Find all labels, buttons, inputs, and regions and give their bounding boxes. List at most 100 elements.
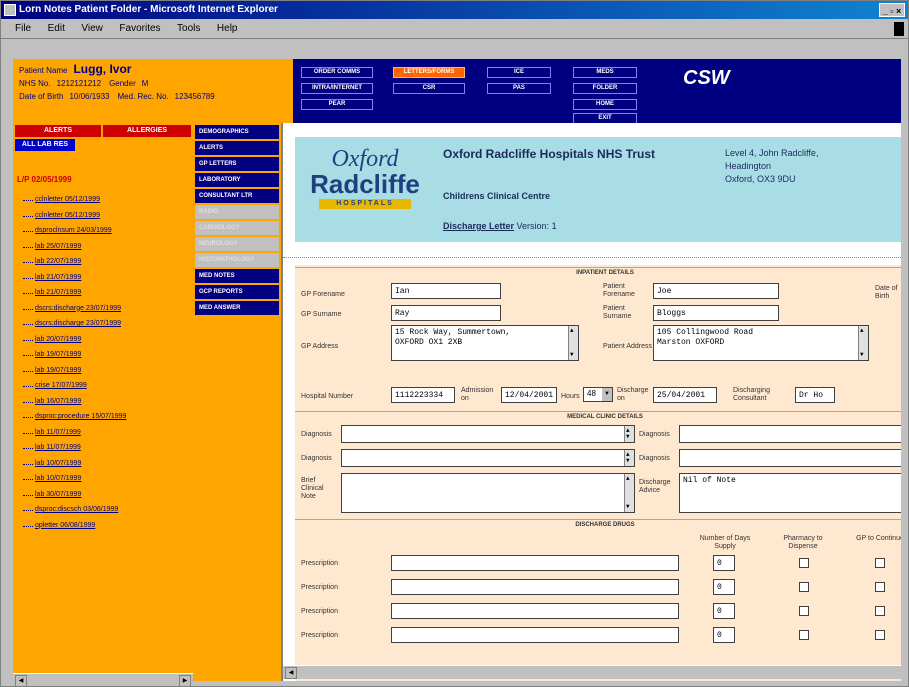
tree-item[interactable]: lab 11/07/1999 — [17, 440, 191, 456]
tree-item[interactable]: dscrs:discharge 23/07/1999 — [17, 301, 191, 317]
nav-pear[interactable]: PEAR — [301, 99, 373, 110]
menu-file[interactable]: File — [15, 19, 31, 39]
alerts-button[interactable]: ALERTS — [15, 125, 101, 137]
prescription-field[interactable] — [391, 555, 679, 571]
side-menu-item[interactable]: CONSULTANT LTR — [195, 189, 279, 203]
brief-note-field[interactable] — [341, 473, 635, 513]
gp-surname-field[interactable]: Ray — [391, 305, 501, 321]
nav-folder[interactable]: FOLDER — [573, 83, 637, 94]
side-menu-item[interactable]: ALERTS — [195, 141, 279, 155]
scrollbar[interactable] — [624, 450, 634, 466]
days-supply-field[interactable]: 0 — [713, 627, 735, 643]
scroll-left-icon[interactable]: ◀ — [15, 675, 27, 686]
gp-forename-field[interactable]: Ian — [391, 283, 501, 299]
gp-address-field[interactable]: 15 Rock Way, Summertown, OXFORD OX1 2XB — [391, 325, 579, 361]
tree-item[interactable]: dsproc:discsch 03/06/1999 — [17, 502, 191, 518]
allergies-button[interactable]: ALLERGIES — [103, 125, 191, 137]
side-menu-item[interactable]: MED ANSWER — [195, 301, 279, 315]
side-menu-item[interactable]: DEMOGRAPHICS — [195, 125, 279, 139]
admission-date-field[interactable]: 12/04/2001 — [501, 387, 557, 403]
tree-item[interactable]: lab 30/07/1999 — [17, 487, 191, 503]
tree-item[interactable]: cclnletter 05/12/1999 — [17, 192, 191, 208]
prescription-field[interactable] — [391, 579, 679, 595]
tree-item[interactable]: lab 21/07/1999 — [17, 285, 191, 301]
menu-help[interactable]: Help — [217, 19, 238, 39]
prescription-field[interactable] — [391, 603, 679, 619]
left-scrollbar[interactable]: ◀ ▶ — [13, 673, 193, 686]
tree-item[interactable]: dscrs:discharge 23/07/1999 — [17, 316, 191, 332]
tree-item[interactable]: cclnletter 05/12/1999 — [17, 208, 191, 224]
nav-order-comms[interactable]: ORDER COMMS — [301, 67, 373, 78]
discharge-date-field[interactable]: 25/04/2001 — [653, 387, 717, 403]
horizontal-scrollbar[interactable]: ◀ — [283, 665, 901, 679]
advice-field[interactable]: Nil of Note — [679, 473, 901, 513]
side-menu-item[interactable]: GCP REPORTS — [195, 285, 279, 299]
tree-item[interactable]: lab 21/07/1999 — [17, 270, 191, 286]
tree-item[interactable]: lab 22/07/1999 — [17, 254, 191, 270]
tree-item[interactable]: lab 20/07/1999 — [17, 332, 191, 348]
nav-meds[interactable]: MEDS — [573, 67, 637, 78]
scroll-left-icon[interactable]: ◀ — [285, 667, 297, 679]
nav-pas[interactable]: PAS — [487, 83, 551, 94]
tree-item[interactable]: lab 16/07/1999 — [17, 394, 191, 410]
nav-letters-forms[interactable]: LETTERS/FORMS — [393, 67, 465, 78]
throbber-icon — [894, 22, 904, 36]
gender-label: Gender — [109, 79, 136, 88]
scrollbar[interactable] — [568, 326, 578, 360]
nav-intranet[interactable]: INTRA/INTERNET — [301, 83, 373, 94]
patient-forename-field[interactable]: Joe — [653, 283, 779, 299]
patient-surname-field[interactable]: Bloggs — [653, 305, 779, 321]
pharmacy-checkbox[interactable] — [799, 558, 809, 568]
side-menu-item[interactable]: LABORATORY — [195, 173, 279, 187]
side-menu-item[interactable]: GP LETTERS — [195, 157, 279, 171]
side-menu-item[interactable]: HISTOPATHOLOGY — [195, 253, 279, 267]
diagnosis-field-4[interactable] — [679, 449, 901, 467]
tree-item[interactable]: lab 25/07/1999 — [17, 239, 191, 255]
hospital-number-field[interactable]: 1112223334 — [391, 387, 455, 403]
tree-item[interactable]: lab 11/07/1999 — [17, 425, 191, 441]
window-controls[interactable]: _ ▫ × — [879, 3, 905, 17]
days-supply-field[interactable]: 0 — [713, 555, 735, 571]
hours-select[interactable]: 48 ▼ — [583, 387, 613, 402]
gp-continue-checkbox[interactable] — [875, 558, 885, 568]
patient-address-field[interactable]: 105 Collingwood Road Marston OXFORD — [653, 325, 869, 361]
diagnosis-field-2[interactable] — [679, 425, 901, 443]
scrollbar[interactable] — [624, 474, 634, 512]
diagnosis-field-1[interactable] — [341, 425, 635, 443]
all-lab-res-button[interactable]: ALL LAB RES — [15, 139, 75, 151]
nav-csr[interactable]: CSR — [393, 83, 465, 94]
menu-edit[interactable]: Edit — [48, 19, 65, 39]
days-supply-field[interactable]: 0 — [713, 579, 735, 595]
pharmacy-checkbox[interactable] — [799, 630, 809, 640]
nav-home[interactable]: HOME — [573, 99, 637, 110]
side-menu-item[interactable]: RADIO — [195, 205, 279, 219]
side-menu-item[interactable]: CARDIOLOGY — [195, 221, 279, 235]
tree-item[interactable]: dsproc:procedure 15/07/1999 — [17, 409, 191, 425]
tree-item[interactable]: lab 10/07/1999 — [17, 456, 191, 472]
diagnosis-field-3[interactable] — [341, 449, 635, 467]
tree-root[interactable]: L/P 02/05/1999 — [17, 175, 191, 184]
tree-item[interactable]: crise 17/07/1999 — [17, 378, 191, 394]
gp-continue-checkbox[interactable] — [875, 582, 885, 592]
pharmacy-checkbox[interactable] — [799, 582, 809, 592]
scrollbar[interactable] — [624, 426, 634, 442]
days-supply-field[interactable]: 0 — [713, 603, 735, 619]
nav-ice[interactable]: ICE — [487, 67, 551, 78]
scrollbar[interactable] — [858, 326, 868, 360]
menu-view[interactable]: View — [81, 19, 103, 39]
prescription-field[interactable] — [391, 627, 679, 643]
side-menu-item[interactable]: NEUROLOGY — [195, 237, 279, 251]
side-menu-item[interactable]: MED NOTES — [195, 269, 279, 283]
gp-continue-checkbox[interactable] — [875, 606, 885, 616]
tree-item[interactable]: dsproclnsum 24/03/1999 — [17, 223, 191, 239]
pharmacy-checkbox[interactable] — [799, 606, 809, 616]
tree-item[interactable]: opletter 06/08/1999 — [17, 518, 191, 534]
tree-item[interactable]: lab 19/07/1999 — [17, 347, 191, 363]
tree-item[interactable]: lab 19/07/1999 — [17, 363, 191, 379]
scroll-right-icon[interactable]: ▶ — [179, 675, 191, 686]
gp-continue-checkbox[interactable] — [875, 630, 885, 640]
menu-favorites[interactable]: Favorites — [119, 19, 160, 39]
tree-item[interactable]: lab 10/07/1999 — [17, 471, 191, 487]
consultant-field[interactable]: Dr Ho — [795, 387, 835, 403]
menu-tools[interactable]: Tools — [177, 19, 200, 39]
